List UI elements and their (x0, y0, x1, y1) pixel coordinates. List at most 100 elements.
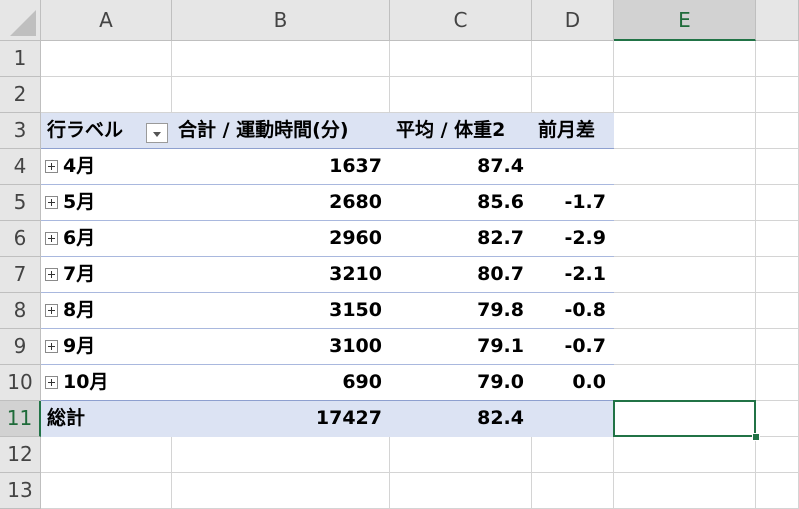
fill-handle[interactable] (752, 433, 760, 441)
pivot-average-value[interactable]: 87.4 (390, 149, 532, 185)
cell[interactable] (756, 77, 799, 113)
cell[interactable] (614, 113, 756, 149)
cell[interactable] (172, 473, 390, 509)
expand-plus-icon[interactable] (45, 268, 58, 281)
cell[interactable] (172, 437, 390, 473)
row-header-3[interactable]: 3 (0, 113, 41, 149)
pivot-average-value[interactable]: 79.8 (390, 293, 532, 329)
cell[interactable] (41, 41, 172, 77)
cell[interactable] (756, 401, 799, 437)
pivot-header-diff[interactable]: 前月差 (532, 113, 614, 149)
pivot-average-value[interactable]: 82.7 (390, 221, 532, 257)
cell[interactable] (532, 437, 614, 473)
cell[interactable] (532, 473, 614, 509)
pivot-total-label[interactable]: 総計 (41, 401, 172, 437)
pivot-total-average[interactable]: 82.4 (390, 401, 532, 437)
row-header-2[interactable]: 2 (0, 77, 41, 113)
pivot-row-label[interactable]: 9月 (41, 329, 172, 365)
cell[interactable] (614, 185, 756, 221)
row-header-4[interactable]: 4 (0, 149, 41, 185)
expand-plus-icon[interactable] (45, 376, 58, 389)
cell[interactable] (756, 329, 799, 365)
expand-plus-icon[interactable] (45, 196, 58, 209)
select-all-corner[interactable] (0, 0, 41, 41)
expand-plus-icon[interactable] (45, 304, 58, 317)
column-header-b[interactable]: B (172, 0, 390, 41)
column-header-d[interactable]: D (532, 0, 614, 41)
row-header-1[interactable]: 1 (0, 41, 41, 77)
cell[interactable] (756, 185, 799, 221)
row-header-7[interactable]: 7 (0, 257, 41, 293)
pivot-row-label[interactable]: 5月 (41, 185, 172, 221)
pivot-sum-value[interactable]: 1637 (172, 149, 390, 185)
cell[interactable] (532, 77, 614, 113)
cell[interactable] (41, 473, 172, 509)
cell[interactable] (532, 41, 614, 77)
column-header-e[interactable]: E (614, 0, 756, 41)
row-header-6[interactable]: 6 (0, 221, 41, 257)
cell[interactable] (756, 293, 799, 329)
pivot-average-value[interactable]: 80.7 (390, 257, 532, 293)
expand-plus-icon[interactable] (45, 160, 58, 173)
cell[interactable] (614, 437, 756, 473)
pivot-average-value[interactable]: 85.6 (390, 185, 532, 221)
cell[interactable] (41, 437, 172, 473)
cell[interactable] (614, 473, 756, 509)
expand-plus-icon[interactable] (45, 340, 58, 353)
column-header-c[interactable]: C (390, 0, 532, 41)
row-header-8[interactable]: 8 (0, 293, 41, 329)
cell[interactable] (614, 293, 756, 329)
pivot-sum-value[interactable]: 3150 (172, 293, 390, 329)
pivot-sum-value[interactable]: 2680 (172, 185, 390, 221)
pivot-header-sum[interactable]: 合計 / 運動時間(分) (172, 113, 390, 149)
cell[interactable] (172, 77, 390, 113)
cell[interactable] (614, 149, 756, 185)
pivot-diff-value[interactable]: -0.7 (532, 329, 614, 365)
column-header-a[interactable]: A (41, 0, 172, 41)
pivot-diff-value[interactable] (532, 149, 614, 185)
pivot-total-sum[interactable]: 17427 (172, 401, 390, 437)
pivot-sum-value[interactable]: 3210 (172, 257, 390, 293)
pivot-diff-value[interactable]: 0.0 (532, 365, 614, 401)
active-cell-selection[interactable] (613, 400, 756, 437)
cell[interactable] (756, 41, 799, 77)
pivot-diff-value[interactable]: -2.1 (532, 257, 614, 293)
cell[interactable] (614, 41, 756, 77)
cell[interactable] (390, 437, 532, 473)
cell[interactable] (756, 149, 799, 185)
cell[interactable] (756, 221, 799, 257)
row-header-9[interactable]: 9 (0, 329, 41, 365)
row-header-13[interactable]: 13 (0, 473, 41, 509)
cell[interactable] (614, 221, 756, 257)
cell[interactable] (390, 473, 532, 509)
row-header-10[interactable]: 10 (0, 365, 41, 401)
cell[interactable] (614, 329, 756, 365)
cell[interactable] (756, 473, 799, 509)
pivot-header-average[interactable]: 平均 / 体重2 (390, 113, 532, 149)
pivot-diff-value[interactable]: -1.7 (532, 185, 614, 221)
row-header-12[interactable]: 12 (0, 437, 41, 473)
pivot-diff-value[interactable]: -2.9 (532, 221, 614, 257)
pivot-average-value[interactable]: 79.1 (390, 329, 532, 365)
cell[interactable] (756, 437, 799, 473)
pivot-row-label[interactable]: 8月 (41, 293, 172, 329)
pivot-row-label[interactable]: 10月 (41, 365, 172, 401)
cell[interactable] (614, 77, 756, 113)
pivot-row-label[interactable]: 7月 (41, 257, 172, 293)
cell[interactable] (172, 41, 390, 77)
pivot-row-label[interactable]: 6月 (41, 221, 172, 257)
pivot-sum-value[interactable]: 690 (172, 365, 390, 401)
cell[interactable] (390, 41, 532, 77)
row-header-5[interactable]: 5 (0, 185, 41, 221)
pivot-row-label[interactable]: 4月 (41, 149, 172, 185)
pivot-sum-value[interactable]: 3100 (172, 329, 390, 365)
cell[interactable] (390, 77, 532, 113)
expand-plus-icon[interactable] (45, 232, 58, 245)
cell[interactable] (614, 365, 756, 401)
cell[interactable] (756, 113, 799, 149)
row-label-filter-dropdown-icon[interactable] (146, 123, 168, 143)
pivot-total-diff[interactable] (532, 401, 614, 437)
pivot-sum-value[interactable]: 2960 (172, 221, 390, 257)
cell[interactable] (756, 257, 799, 293)
cell[interactable] (756, 365, 799, 401)
